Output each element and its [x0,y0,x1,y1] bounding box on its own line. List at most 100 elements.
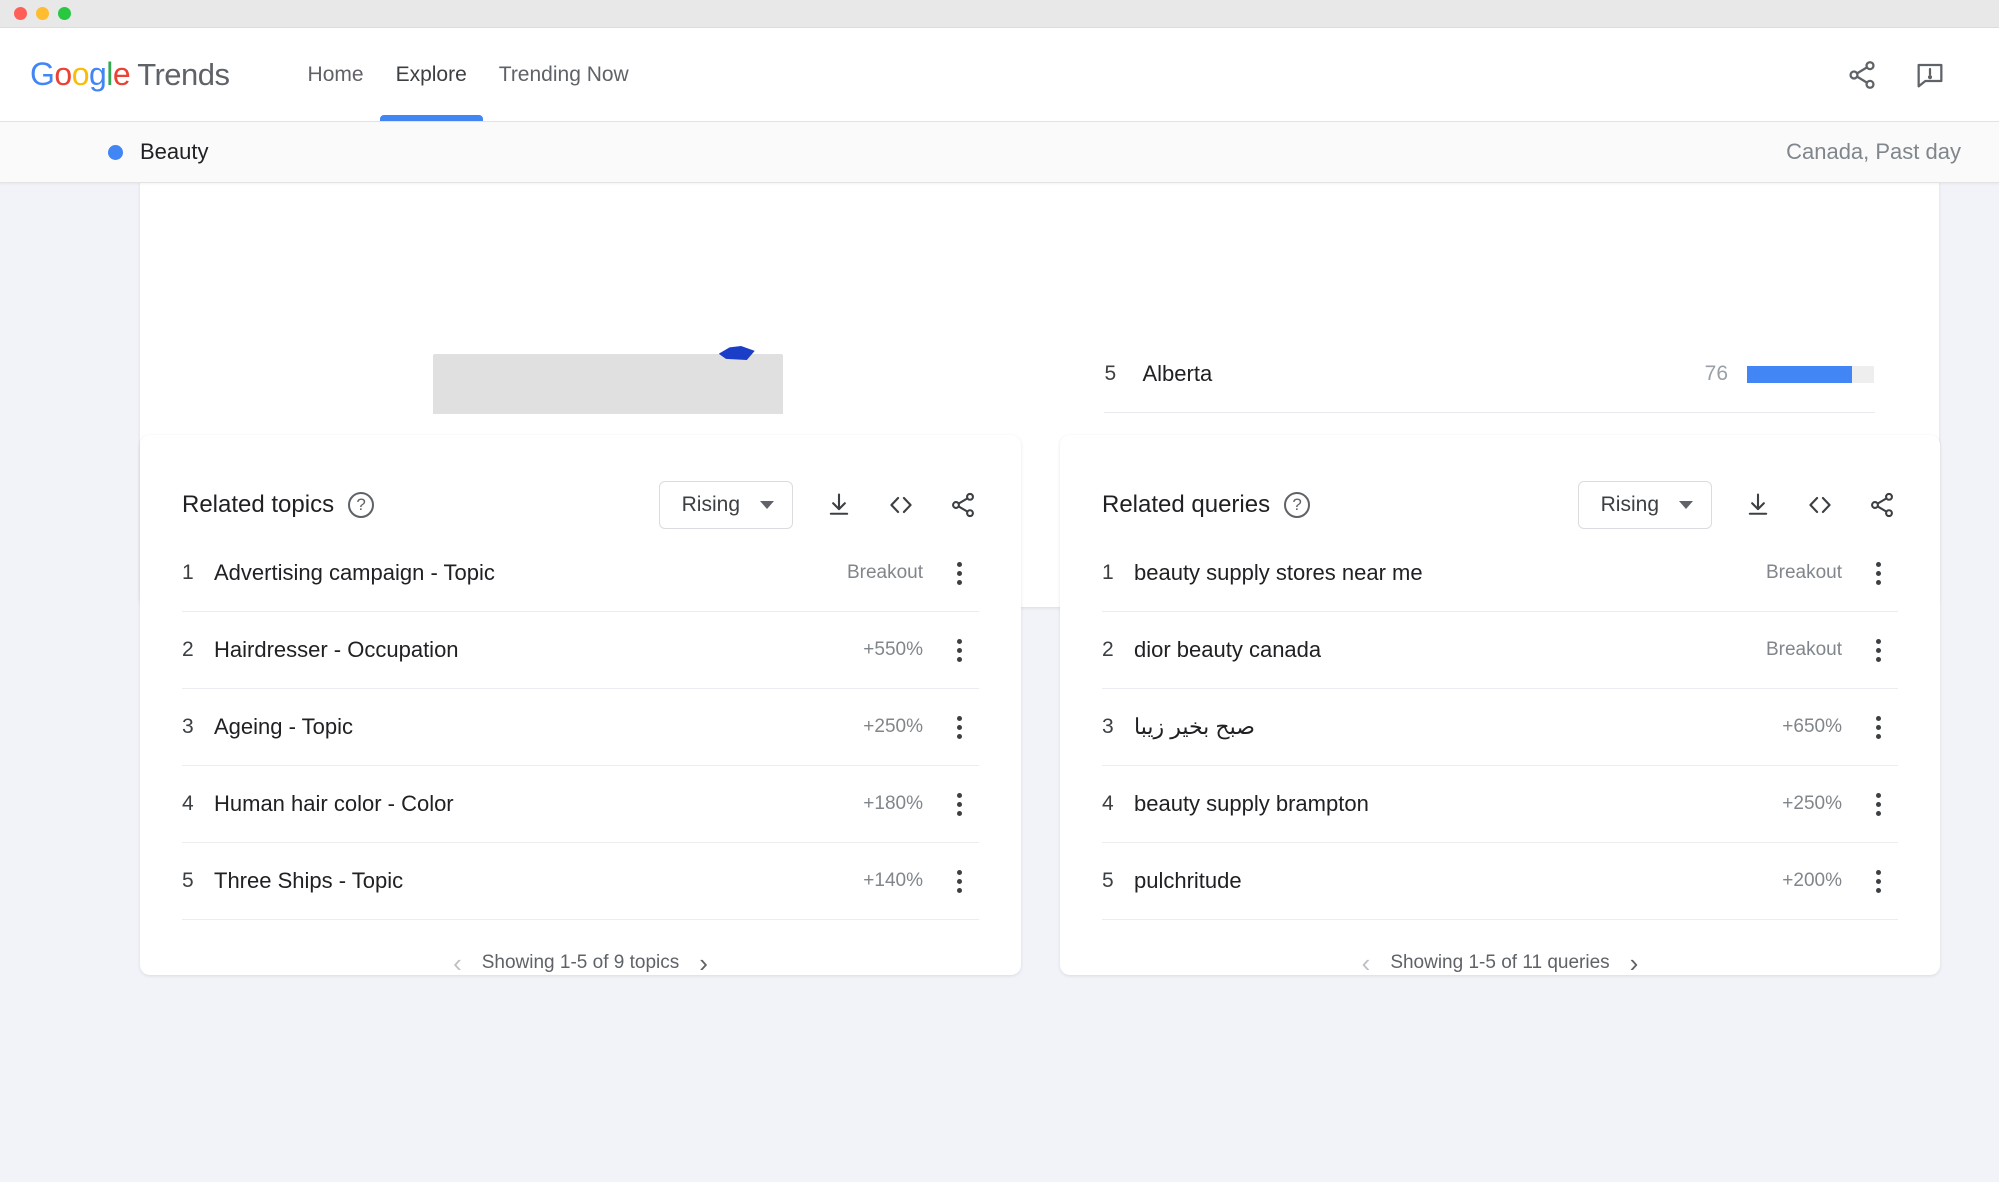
row-rank: 3 [1102,715,1114,738]
table-row[interactable]: 3 صبح بخیر زیبا +650% [1102,689,1898,766]
related-queries-card: Related queries ? Rising 1 beauty supply… [1060,435,1940,976]
next-page-icon[interactable]: › [1630,950,1639,976]
row-rank: 4 [1102,792,1114,815]
google-trends-logo[interactable]: Go o g l e Trends [30,28,230,121]
table-row[interactable]: 1 beauty supply stores near me Breakout [1102,535,1898,612]
row-rank: 1 [182,561,194,584]
row-value: +140% [863,870,923,891]
pagination-label: Showing 1-5 of 9 topics [481,952,680,973]
share-icon[interactable] [1866,489,1898,521]
region-and-time-label: Canada, Past day [1786,139,1961,164]
nav-links: Home Explore Trending Now [292,28,645,121]
row-value: +550% [863,639,923,660]
meter-track [1747,365,1874,383]
table-row[interactable]: 5 pulchritude +200% [1102,843,1898,920]
more-options-icon[interactable] [939,561,979,585]
row-label: Alberta [1142,361,1213,386]
more-options-icon[interactable] [1858,715,1898,739]
queries-filter-value: Rising [1600,493,1659,516]
chevron-down-icon [1679,501,1693,509]
prev-page-icon[interactable]: ‹ [453,950,462,976]
window-close-button[interactable] [14,7,27,20]
more-options-icon[interactable] [1858,792,1898,816]
logo-trends-text: Trends [137,56,230,92]
row-label: Hairdresser - Occupation [214,637,459,662]
top-navigation-bar: Go o g l e Trends Home Explore Trending Now [0,28,1999,121]
related-queries-tools: Rising [1577,481,1898,529]
row-rank: 5 [1102,869,1114,892]
table-row[interactable]: 4 beauty supply brampton +250% [1102,766,1898,843]
row-value: Breakout [846,562,923,583]
window-minimize-button[interactable] [36,7,49,20]
more-options-icon[interactable] [1858,638,1898,662]
more-options-icon[interactable] [939,638,979,662]
logo-letter-g2: g [88,56,107,92]
row-rank: 5 [182,869,194,892]
queries-pagination: ‹ Showing 1-5 of 11 queries › [1060,920,1940,1006]
logo-letter-o2: o [71,56,90,92]
row-value: +180% [863,793,923,814]
table-row[interactable]: 1 Advertising campaign - Topic Breakout [182,535,979,612]
download-icon[interactable] [1742,489,1774,521]
pagination-label: Showing 1-5 of 11 queries [1390,952,1610,973]
table-row[interactable]: 2 dior beauty canada Breakout [1102,612,1898,689]
content-area: 5 Alberta 76 ‹ Showing 1-5 of 9 subregio… [0,183,1999,1182]
logo-letter-e: e [112,56,131,92]
embed-icon[interactable] [1804,489,1836,521]
row-value: 76 [1704,362,1728,385]
share-icon[interactable] [1845,58,1879,92]
embed-icon[interactable] [885,489,917,521]
more-options-icon[interactable] [939,715,979,739]
table-row[interactable]: 5 Three Ships - Topic +140% [182,843,979,920]
topics-pagination: ‹ Showing 1-5 of 9 topics › [140,920,1021,1006]
row-value: +650% [1782,716,1842,737]
feedback-icon[interactable] [1913,58,1947,92]
page-title: Related topics [182,491,335,518]
map-shape [432,354,783,414]
row-label: Ageing - Topic [214,714,354,739]
more-options-icon[interactable] [939,792,979,816]
page-title: Related queries [1102,491,1271,518]
related-topics-header: Related topics ? Rising [140,435,1021,535]
row-label: Three Ships - Topic [214,868,404,893]
table-row[interactable]: 4 Human hair color - Color +180% [182,766,979,843]
row-value: Breakout [1765,639,1842,660]
download-icon[interactable] [823,489,855,521]
chevron-down-icon [760,501,774,509]
nav-item-explore[interactable]: Explore [379,28,483,121]
row-label: beauty supply stores near me [1134,560,1423,585]
help-icon[interactable]: ? [348,492,375,518]
table-row[interactable]: 2 Hairdresser - Occupation +550% [182,612,979,689]
row-label: Human hair color - Color [214,791,454,816]
topics-filter-value: Rising [681,493,740,516]
row-rank: 4 [182,792,194,815]
row-rank: 5 [1104,362,1117,385]
more-options-icon[interactable] [939,869,979,893]
nav-actions [1845,28,1969,121]
related-queries-header: Related queries ? Rising [1060,435,1940,535]
row-rank: 2 [182,638,194,661]
prev-page-icon[interactable]: ‹ [1362,950,1371,976]
row-rank: 2 [1102,638,1114,661]
next-page-icon[interactable]: › [699,950,708,976]
row-rank: 1 [1102,561,1114,584]
meter-fill [1747,365,1853,383]
more-options-icon[interactable] [1858,561,1898,585]
table-row[interactable]: 5 Alberta 76 [1104,343,1874,405]
search-term-chip[interactable]: Beauty [108,139,209,165]
logo-letter-g: G [30,56,55,92]
row-label: beauty supply brampton [1134,791,1369,816]
more-options-icon[interactable] [1858,869,1898,893]
divider [1103,412,1875,413]
help-icon[interactable]: ? [1284,492,1311,518]
window-maximize-button[interactable] [58,7,71,20]
nav-item-trending-now[interactable]: Trending Now [483,28,645,121]
window-title-bar [0,0,1999,28]
topics-filter-select[interactable]: Rising [658,481,793,529]
logo-letter-o1: o [54,56,72,92]
queries-filter-select[interactable]: Rising [1577,481,1712,529]
related-topics-tools: Rising [658,481,979,529]
nav-item-home[interactable]: Home [292,28,380,121]
table-row[interactable]: 3 Ageing - Topic +250% [182,689,979,766]
share-icon[interactable] [947,489,979,521]
